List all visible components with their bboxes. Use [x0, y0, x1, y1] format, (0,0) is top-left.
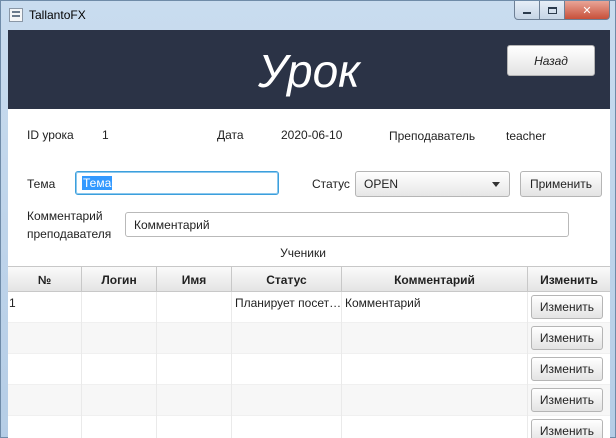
comment-label-line1: Комментарий [27, 209, 103, 223]
lesson-id-value: 1 [102, 128, 109, 142]
teacher-label: Преподаватель [389, 129, 476, 143]
cell-number: 1 [8, 292, 82, 323]
cell-status [232, 323, 342, 354]
close-icon: ✕ [582, 4, 592, 17]
status-select[interactable]: OPEN [355, 171, 510, 197]
edit-button[interactable]: Изменить [531, 388, 603, 412]
app-window: TallantoFX ✕ Урок Назад ID урока 1 Дата … [0, 0, 616, 438]
topic-label: Тема [27, 177, 56, 191]
column-header-login[interactable]: Логин [82, 267, 157, 292]
cell-comment [342, 323, 528, 354]
app-icon [9, 8, 23, 22]
cell-number [8, 385, 82, 416]
close-button[interactable]: ✕ [565, 1, 610, 20]
cell-status: Планирует посет… [232, 292, 342, 323]
date-label: Дата [217, 128, 244, 142]
cell-comment [342, 416, 528, 438]
title-bar[interactable]: TallantoFX ✕ [1, 1, 615, 29]
edit-button[interactable]: Изменить [531, 419, 603, 438]
table-row[interactable]: Изменить [8, 354, 610, 385]
date-value: 2020-06-10 [281, 128, 343, 142]
teacher-comment-value: Комментарий [134, 217, 210, 232]
table-row[interactable]: Изменить [8, 323, 610, 354]
students-table: № Логин Имя Статус Комментарий Изменить … [8, 266, 610, 438]
cell-login [82, 385, 157, 416]
table-header: № Логин Имя Статус Комментарий Изменить [8, 267, 610, 292]
cell-login [82, 354, 157, 385]
cell-comment [342, 385, 528, 416]
topic-input[interactable]: Тема [75, 171, 279, 195]
students-caption: Ученики [280, 246, 326, 260]
cell-number [8, 354, 82, 385]
header-banner: Урок Назад [8, 30, 610, 109]
column-header-edit[interactable]: Изменить [528, 267, 610, 292]
status-label: Статус [312, 177, 350, 191]
cell-comment [342, 354, 528, 385]
cell-comment: Комментарий [342, 292, 528, 323]
edit-button[interactable]: Изменить [531, 326, 603, 350]
cell-login [82, 292, 157, 323]
cell-login [82, 416, 157, 438]
cell-name [157, 354, 232, 385]
teacher-comment-input[interactable]: Комментарий [125, 212, 569, 237]
lesson-view: Урок Назад ID урока 1 Дата 2020-06-10 Пр… [8, 30, 610, 438]
window-controls: ✕ [514, 1, 610, 20]
minimize-button[interactable] [514, 1, 540, 20]
comment-label-line2: преподавателя [27, 227, 112, 241]
minimize-icon [523, 11, 531, 14]
maximize-button[interactable] [540, 1, 565, 20]
teacher-value: teacher [506, 129, 547, 143]
status-select-value: OPEN [364, 177, 399, 191]
column-header-comment[interactable]: Комментарий [342, 267, 528, 292]
column-header-number[interactable]: № [8, 267, 82, 292]
cell-status [232, 354, 342, 385]
chevron-down-icon [492, 182, 500, 187]
window-title: TallantoFX [29, 8, 86, 22]
table-row[interactable]: Изменить [8, 385, 610, 416]
cell-name [157, 385, 232, 416]
edit-button[interactable]: Изменить [531, 295, 603, 319]
apply-button[interactable]: Применить [520, 171, 602, 197]
cell-status [232, 385, 342, 416]
column-header-name[interactable]: Имя [157, 267, 232, 292]
cell-number [8, 416, 82, 438]
table-row[interactable]: Изменить [8, 416, 610, 438]
cell-number [8, 323, 82, 354]
column-header-status[interactable]: Статус [232, 267, 342, 292]
back-button[interactable]: Назад [507, 45, 595, 76]
cell-name [157, 323, 232, 354]
cell-name [157, 292, 232, 323]
cell-login [82, 323, 157, 354]
maximize-icon [547, 6, 557, 14]
cell-status [232, 416, 342, 438]
edit-button[interactable]: Изменить [531, 357, 603, 381]
lesson-id-label: ID урока [27, 128, 74, 142]
table-row[interactable]: 1 Планирует посет… Комментарий Изменить [8, 292, 610, 323]
cell-name [157, 416, 232, 438]
topic-input-value: Тема [82, 176, 113, 190]
